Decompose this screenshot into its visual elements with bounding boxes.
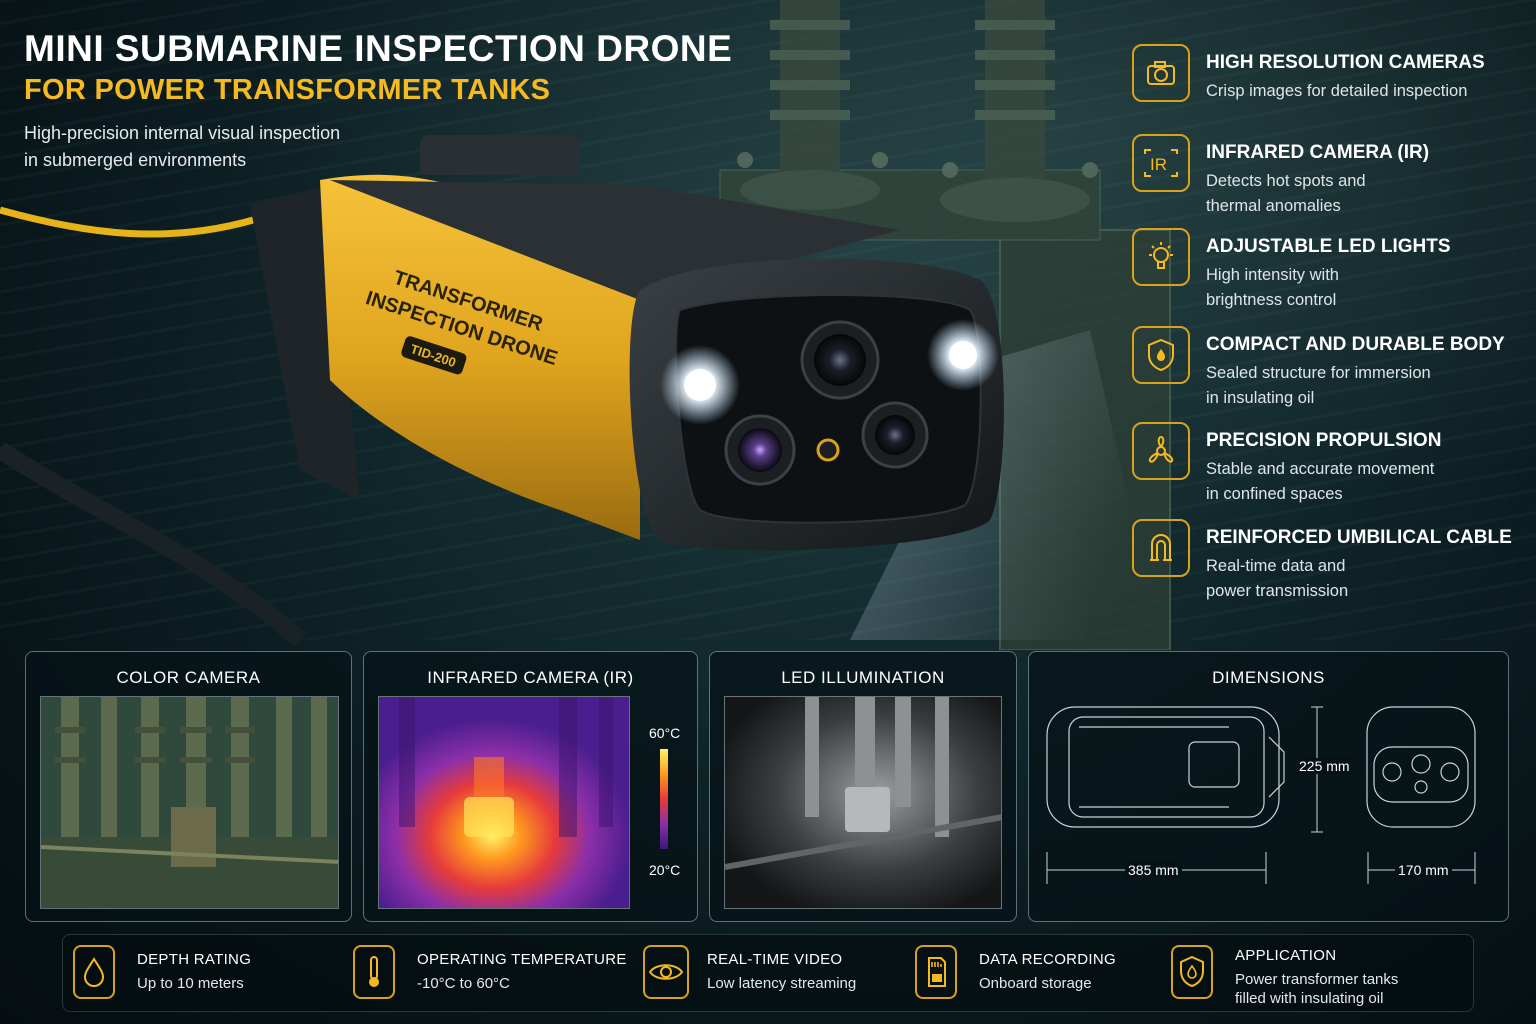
page-title: MINI SUBMARINE INSPECTION DRONE bbox=[24, 28, 733, 69]
description-line-2: in submerged environments bbox=[24, 150, 247, 170]
feature-high-resolution-cameras: HIGH RESOLUTION CAMERAS Crisp images for… bbox=[1132, 44, 1522, 124]
feature-title: INFRARED CAMERA (IR) bbox=[1206, 142, 1430, 163]
dimension-width: 170 mm bbox=[1395, 862, 1452, 878]
camera-icon bbox=[1132, 44, 1190, 102]
infrared-image bbox=[378, 696, 630, 909]
dimension-height: 225 mm bbox=[1297, 758, 1352, 774]
spec-title: DEPTH RATING bbox=[137, 951, 252, 968]
feature-description-line-2: power transmission bbox=[1206, 582, 1349, 600]
color-camera-image bbox=[40, 696, 339, 909]
spec-description: Low latency streaming bbox=[707, 974, 856, 993]
spec-application: APPLICATION Power transformer tanks fill… bbox=[1171, 939, 1461, 1007]
feature-description-line-2: in confined spaces bbox=[1206, 485, 1343, 503]
feature-reinforced-umbilical-cable: REINFORCED UMBILICAL CABLE Real-time dat… bbox=[1132, 519, 1522, 600]
spec-description-line-1: Low latency streaming bbox=[707, 975, 857, 992]
feature-description: Crisp images for detailed inspection bbox=[1206, 79, 1516, 104]
spec-description: Up to 10 meters bbox=[137, 974, 244, 993]
drop-icon bbox=[73, 945, 115, 999]
page-subtitle-title: FOR POWER TRANSFORMER TANKS bbox=[24, 74, 551, 106]
lightbulb-icon bbox=[1132, 228, 1190, 286]
ir-icon: IR bbox=[1132, 134, 1190, 192]
panel-title: COLOR CAMERA bbox=[116, 668, 261, 687]
spec-description-line-1: Power transformer tanks bbox=[1235, 971, 1399, 988]
feature-description: Stable and accurate movement in confined… bbox=[1206, 457, 1516, 507]
ir-scale-max: 60°C bbox=[649, 725, 681, 741]
panel-led-illumination: LED ILLUMINATION bbox=[709, 651, 1017, 922]
feature-description-line-2: thermal anomalies bbox=[1206, 197, 1341, 215]
thermometer-icon bbox=[353, 945, 395, 999]
panel-title: INFRARED CAMERA (IR) bbox=[427, 668, 634, 687]
spec-title: OPERATING TEMPERATURE bbox=[417, 951, 627, 968]
shield-drop-icon bbox=[1132, 326, 1190, 384]
ir-temperature-scale-bar bbox=[660, 749, 668, 849]
spec-description: -10°C to 60°C bbox=[417, 974, 510, 993]
ir-lens bbox=[738, 428, 782, 472]
eye-icon bbox=[643, 945, 689, 999]
cable-icon bbox=[1132, 519, 1190, 577]
feature-description: High intensity with brightness control bbox=[1206, 263, 1516, 313]
ir-scale-min: 20°C bbox=[649, 862, 681, 878]
spec-description: Power transformer tanks filled with insu… bbox=[1235, 970, 1398, 1008]
feature-description-line-1: Crisp images for detailed inspection bbox=[1206, 82, 1468, 100]
dimension-length: 385 mm bbox=[1125, 862, 1182, 878]
page-description: High-precision internal visual inspectio… bbox=[24, 120, 404, 174]
spec-title: APPLICATION bbox=[1235, 947, 1337, 964]
propeller-icon bbox=[1132, 422, 1190, 480]
spec-operating-temperature: OPERATING TEMPERATURE -10°C to 60°C bbox=[353, 945, 626, 1005]
feature-description-line-1: High intensity with bbox=[1206, 266, 1339, 284]
sd-card-icon bbox=[915, 945, 957, 999]
spec-depth-rating: DEPTH RATING Up to 10 meters bbox=[73, 945, 313, 1005]
feature-title: COMPACT AND DURABLE BODY bbox=[1206, 334, 1505, 355]
panel-title: LED ILLUMINATION bbox=[781, 668, 945, 687]
main-lens bbox=[814, 334, 866, 386]
feature-description-line-2: brightness control bbox=[1206, 291, 1337, 309]
led-illumination-image bbox=[724, 696, 1002, 909]
spec-description-line-1: Onboard storage bbox=[979, 975, 1092, 992]
feature-precision-propulsion: PRECISION PROPULSION Stable and accurate… bbox=[1132, 422, 1522, 503]
spec-real-time-video: REAL-TIME VIDEO Low latency streaming bbox=[643, 945, 883, 1005]
pipe bbox=[0, 442, 306, 647]
description-line-1: High-precision internal visual inspectio… bbox=[24, 123, 341, 143]
feature-description-line-1: Detects hot spots and bbox=[1206, 172, 1366, 190]
svg-text:IR: IR bbox=[1150, 155, 1167, 174]
shield-drop-icon bbox=[1171, 945, 1213, 999]
panel-color-camera: COLOR CAMERA bbox=[25, 651, 352, 922]
spec-data-recording: DATA RECORDING Onboard storage bbox=[915, 945, 1145, 1005]
feature-title: REINFORCED UMBILICAL CABLE bbox=[1206, 527, 1512, 548]
feature-description: Real-time data and power transmission bbox=[1206, 554, 1516, 604]
panel-dimensions: DIMENSIONS 225 mm 385 mm 170 mm bbox=[1028, 651, 1509, 922]
feature-description-line-1: Real-time data and bbox=[1206, 557, 1346, 575]
spec-description-line-2: filled with insulating oil bbox=[1235, 990, 1384, 1007]
feature-title: HIGH RESOLUTION CAMERAS bbox=[1206, 52, 1485, 73]
feature-adjustable-led-lights: ADJUSTABLE LED LIGHTS High intensity wit… bbox=[1132, 228, 1522, 309]
specs-bar: DEPTH RATING Up to 10 meters OPERATING T… bbox=[62, 934, 1474, 1012]
feature-description-line-1: Sealed structure for immersion bbox=[1206, 364, 1431, 382]
spec-title: REAL-TIME VIDEO bbox=[707, 951, 843, 968]
feature-title: ADJUSTABLE LED LIGHTS bbox=[1206, 236, 1451, 257]
spec-title: DATA RECORDING bbox=[979, 951, 1116, 968]
small-lens bbox=[816, 438, 840, 462]
feature-title: PRECISION PROPULSION bbox=[1206, 430, 1442, 451]
feature-description: Detects hot spots and thermal anomalies bbox=[1206, 169, 1516, 219]
feature-description-line-2: in insulating oil bbox=[1206, 389, 1315, 407]
feature-description: Sealed structure for immersion in insula… bbox=[1206, 361, 1516, 411]
spec-description-line-1: -10°C to 60°C bbox=[417, 975, 510, 992]
secondary-lens bbox=[875, 415, 915, 455]
feature-infrared-camera: IR INFRARED CAMERA (IR) Detects hot spot… bbox=[1132, 134, 1522, 215]
feature-description-line-1: Stable and accurate movement bbox=[1206, 460, 1435, 478]
spec-description-line-1: Up to 10 meters bbox=[137, 975, 244, 992]
feature-compact-durable-body: COMPACT AND DURABLE BODY Sealed structur… bbox=[1132, 326, 1522, 407]
dimension-drawing bbox=[1046, 706, 1476, 884]
spec-description: Onboard storage bbox=[979, 974, 1092, 993]
panel-infrared-camera: INFRARED CAMERA (IR) 60°C 20°C bbox=[363, 651, 698, 922]
